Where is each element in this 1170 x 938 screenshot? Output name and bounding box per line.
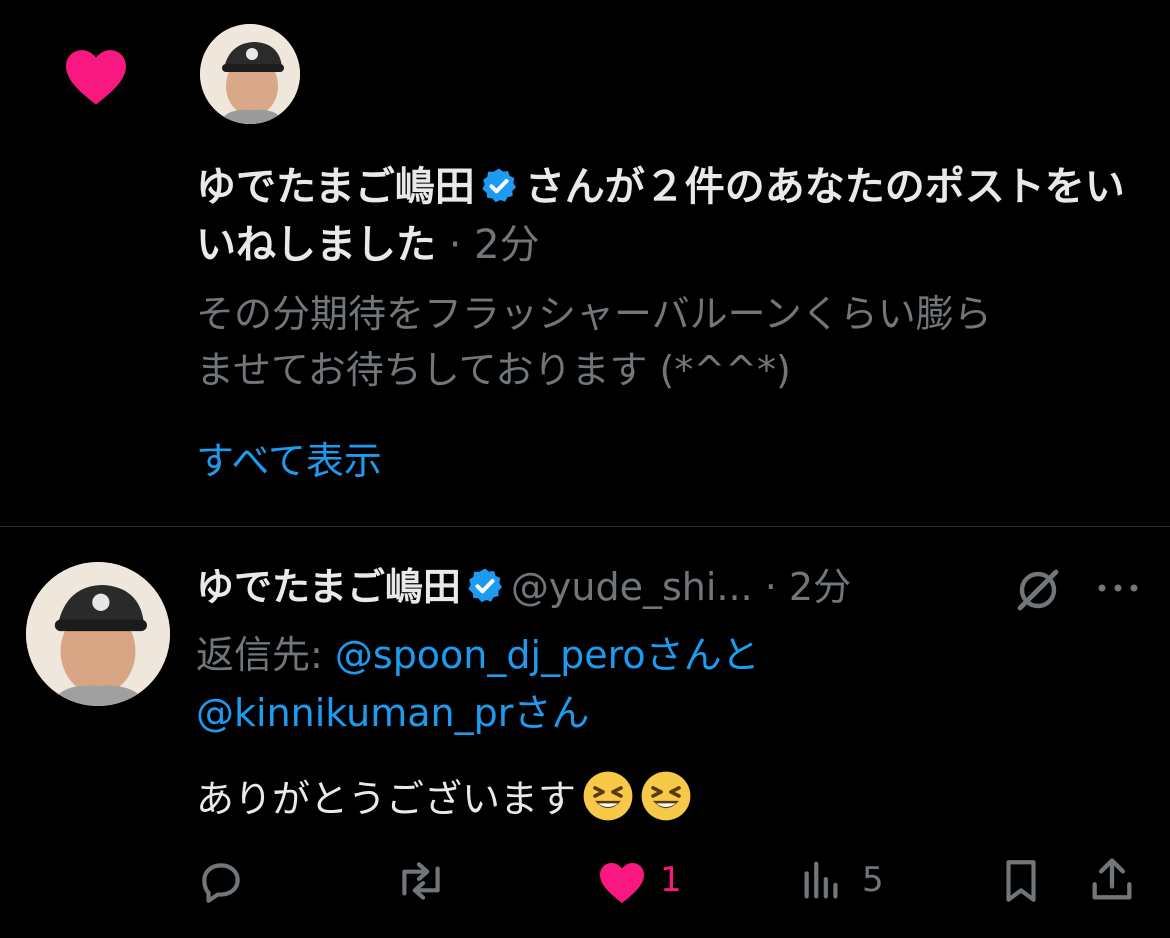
like-count: 1: [660, 860, 682, 900]
separator-dot: ·: [448, 222, 462, 268]
preview-line: その分期待をフラッシャーバルーンくらい膨ら: [196, 292, 992, 336]
like-notification-heart-icon: [66, 50, 126, 105]
avatar[interactable]: [200, 24, 300, 124]
mention-link[interactable]: @spoon_dj_pero: [335, 633, 646, 677]
laughing-face-emoji-icon: [583, 771, 633, 821]
divider: [0, 526, 1170, 527]
avatar[interactable]: [26, 562, 170, 706]
share-icon[interactable]: [1088, 854, 1136, 906]
notification-user-name[interactable]: ゆでたまご嶋田: [196, 164, 475, 210]
verified-badge-icon: [468, 568, 502, 603]
post-author-handle[interactable]: @yude_shi...: [511, 565, 753, 609]
verified-badge-icon: [482, 168, 516, 203]
views-icon[interactable]: [800, 858, 844, 904]
views-count: 5: [862, 860, 884, 900]
replying-label: 返信先:: [196, 633, 335, 677]
replying-to: 返信先: @spoon_dj_peroさんと @kinnikuman_prさん: [196, 626, 1136, 742]
grok-icon[interactable]: [1014, 566, 1062, 614]
post-text-content: ありがとうございます: [196, 777, 577, 821]
post-text: ありがとうございます: [196, 770, 692, 827]
notification-time: 2分: [474, 222, 540, 268]
preview-line: ませてお待ちしております (*^^*): [196, 348, 791, 392]
post-time: 2分: [788, 565, 852, 609]
mention-link[interactable]: @kinnikuman_pr: [196, 691, 513, 735]
separator-dot: ·: [764, 565, 777, 609]
reply-icon[interactable]: [196, 856, 246, 906]
repost-icon[interactable]: [394, 856, 448, 906]
more-icon[interactable]: [1096, 578, 1140, 598]
bookmark-icon[interactable]: [998, 856, 1044, 906]
notification-text: ゆでたまご嶋田 さんが２件のあなたのポストをいいねしました · 2分: [196, 158, 1146, 274]
replying-suffix: さん: [513, 691, 590, 735]
post-preview[interactable]: その分期待をフラッシャーバルーンくらい膨ら ませてお待ちしております (*^^*…: [196, 286, 1146, 398]
post-author-name[interactable]: ゆでたまご嶋田: [196, 565, 461, 609]
post-header: ゆでたまご嶋田 @yude_shi... · 2分: [196, 560, 851, 614]
replying-joiner: さんと: [645, 633, 760, 677]
show-all-link[interactable]: すべて表示: [196, 436, 382, 486]
laughing-face-emoji-icon: [641, 771, 691, 821]
like-icon[interactable]: [596, 860, 648, 904]
